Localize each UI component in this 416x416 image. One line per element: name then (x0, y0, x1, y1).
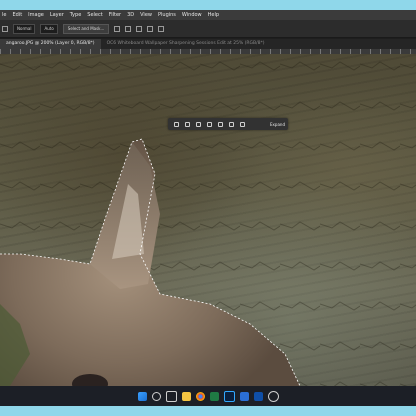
menu-bar: le Edit Image Layer Type Select Filter 3… (0, 10, 416, 20)
photoshop-icon[interactable] (223, 390, 235, 402)
menu-type[interactable]: Type (70, 10, 81, 20)
menu-edit[interactable]: Edit (12, 10, 22, 20)
document-canvas[interactable]: Expand (0, 54, 416, 386)
menu-layer[interactable]: Layer (50, 10, 64, 20)
menu-image[interactable]: Image (28, 10, 44, 20)
lasso-tool-icon[interactable] (2, 25, 8, 32)
chrome-icon[interactable] (195, 391, 205, 401)
menu-3d[interactable]: 3D (127, 10, 134, 20)
menu-select[interactable]: Select (87, 10, 102, 20)
file-explorer-icon[interactable] (181, 391, 191, 401)
search-icon[interactable] (151, 391, 161, 401)
tab-wallpaper[interactable]: OC6 Whiteboard Wallpaper Sharpening Sess… (101, 39, 271, 49)
mask-icon[interactable] (218, 121, 223, 127)
windows-start-icon[interactable] (137, 391, 147, 401)
menu-plugins[interactable]: Plugins (158, 10, 176, 20)
more-options-icon[interactable] (240, 121, 245, 127)
align-icon[interactable] (114, 25, 121, 32)
crop-icon[interactable] (207, 121, 212, 127)
contextual-task-bar: Expand (168, 118, 288, 130)
transform-icon[interactable] (136, 25, 143, 32)
layers-icon[interactable] (185, 121, 190, 127)
menu-view[interactable]: View (140, 10, 152, 20)
windows-taskbar (0, 386, 416, 406)
excel-icon[interactable] (209, 391, 219, 401)
brush-icon[interactable] (174, 121, 179, 127)
generate-button[interactable]: Expand (270, 122, 288, 127)
menu-help[interactable]: Help (208, 10, 219, 20)
arrange-icon[interactable] (158, 25, 165, 32)
calendar-icon[interactable] (239, 391, 249, 401)
kangaroo-photo (0, 54, 416, 386)
menu-file[interactable]: le (2, 10, 6, 20)
grid-icon[interactable] (147, 25, 154, 32)
width-field[interactable]: Auto (40, 23, 58, 34)
photoshop-window: le Edit Image Layer Type Select Filter 3… (0, 10, 416, 406)
distribute-icon[interactable] (125, 25, 132, 32)
options-bar: Normal Auto Select and Mask... (0, 20, 416, 38)
settings-icon[interactable] (267, 390, 279, 402)
document-tabs: angaroo.JPG @ 200% (Layer 0, RGB/8*) OC6… (0, 39, 416, 49)
refresh-icon[interactable] (196, 121, 201, 127)
mode-select[interactable]: Normal (13, 23, 36, 34)
outlook-icon[interactable] (253, 391, 263, 401)
tab-kangaroo[interactable]: angaroo.JPG @ 200% (Layer 0, RGB/8*) (0, 39, 101, 49)
menu-window[interactable]: Window (182, 10, 202, 20)
menu-filter[interactable]: Filter (109, 10, 121, 20)
select-and-mask-button[interactable]: Select and Mask... (62, 23, 110, 34)
fill-icon[interactable] (229, 121, 234, 127)
task-view-icon[interactable] (165, 390, 177, 402)
